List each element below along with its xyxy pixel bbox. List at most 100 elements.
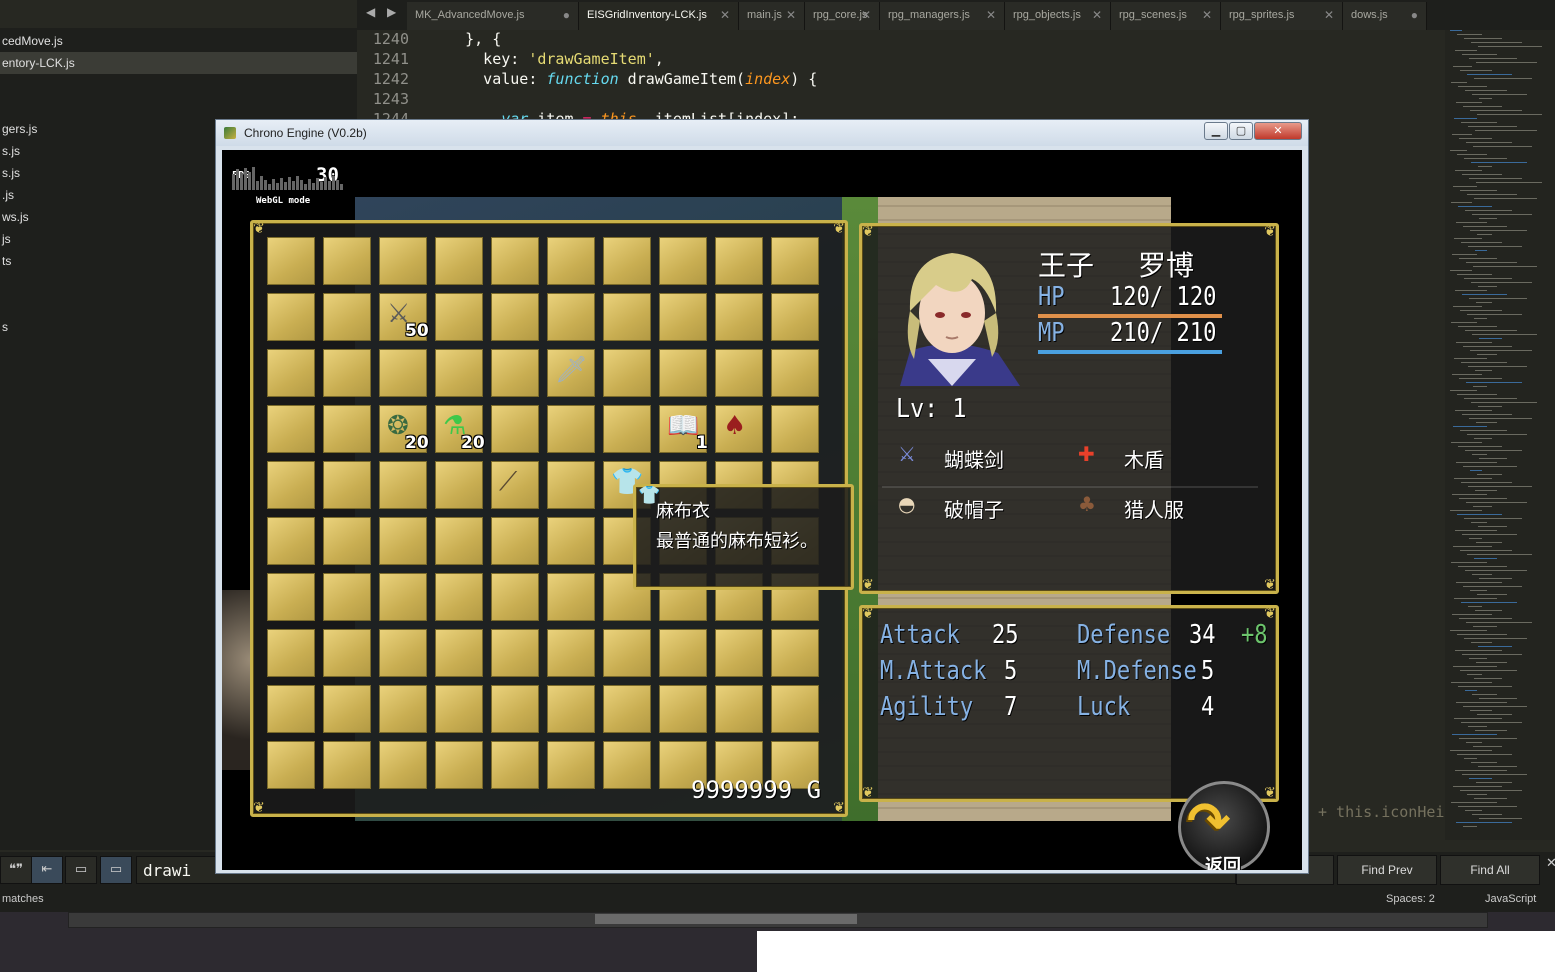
inventory-slot[interactable] [771,349,819,397]
shield-equip-name[interactable]: 木盾 [1124,444,1164,473]
close-button[interactable]: ✕ [1254,122,1302,140]
inventory-slot[interactable] [715,629,763,677]
tab-rpg-managers-js[interactable]: rpg_managers.js ✕ [880,2,1005,30]
inventory-slot[interactable] [547,517,595,565]
inventory-slot[interactable] [491,573,539,621]
inventory-slot[interactable] [379,629,427,677]
inventory-slot[interactable] [267,629,315,677]
inventory-slot[interactable] [659,685,707,733]
inventory-slot[interactable] [267,405,315,453]
inventory-slot[interactable] [603,349,651,397]
inventory-slot[interactable] [379,461,427,509]
inventory-slot[interactable] [659,237,707,285]
minimap[interactable] [1445,30,1555,840]
inventory-slot[interactable] [323,349,371,397]
inventory-slot[interactable] [491,293,539,341]
in-selection-toggle[interactable]: ▭ [65,856,97,884]
inventory-slot[interactable] [435,349,483,397]
inventory-slot[interactable] [771,237,819,285]
code-area[interactable]: 1240 }, {1241 key: 'drawGameItem', 1242 v… [357,30,1437,128]
inventory-slot[interactable] [323,741,371,789]
close-tab-icon[interactable]: ✕ [720,8,730,22]
inventory-slot[interactable] [715,237,763,285]
close-tab-icon[interactable]: ● [1411,8,1418,22]
close-find-icon[interactable]: ✕ [1546,856,1555,871]
inventory-slot[interactable] [547,461,595,509]
inventory-slot[interactable] [771,685,819,733]
inventory-slot[interactable] [267,517,315,565]
close-tab-icon[interactable]: ✕ [1324,8,1334,22]
find-prev-button[interactable]: Find Prev [1337,855,1437,885]
inventory-slot[interactable] [323,685,371,733]
inventory-slot[interactable] [715,685,763,733]
inventory-slot[interactable] [491,405,539,453]
inventory-slot[interactable] [715,293,763,341]
short-sword-icon[interactable]: 🗡 [555,355,588,385]
inventory-slot[interactable] [547,573,595,621]
inventory-slot[interactable] [547,629,595,677]
maximize-button[interactable]: ▢ [1229,122,1253,140]
inventory-slot[interactable] [547,741,595,789]
inventory-slot[interactable] [323,517,371,565]
inventory-slot[interactable] [435,461,483,509]
minimize-button[interactable]: ▁ [1204,122,1228,140]
spear-icon[interactable]: ⟋ [499,467,517,498]
tab-rpg-core-js[interactable]: rpg_core.js ✕ [805,2,880,30]
tab-rpg-sprites-js[interactable]: rpg_sprites.js ✕ [1221,2,1343,30]
close-tab-icon[interactable]: ✕ [1202,8,1212,22]
tab-rpg-scenes-js[interactable]: rpg_scenes.js ✕ [1111,2,1221,30]
inventory-slot[interactable] [323,237,371,285]
inventory-slot[interactable] [323,405,371,453]
weapon-equip-name[interactable]: 蝴蝶剑 [944,444,1004,473]
inventory-slot[interactable] [603,629,651,677]
scrollbar-thumb[interactable] [595,914,857,924]
inventory-slot[interactable] [491,517,539,565]
close-tab-icon[interactable]: ✕ [786,8,796,22]
inventory-slot[interactable] [435,237,483,285]
inventory-slot[interactable] [659,293,707,341]
inventory-slot[interactable] [267,349,315,397]
inventory-slot[interactable] [603,405,651,453]
close-tab-icon[interactable]: ✕ [861,8,871,22]
inventory-slot[interactable] [379,237,427,285]
tab-main-js[interactable]: main.js ✕ [739,2,805,30]
highlight-toggle[interactable]: ▭ [100,856,132,884]
inventory-slot[interactable] [379,349,427,397]
inventory-slot[interactable] [267,573,315,621]
sidebar-file[interactable]: entory-LCK.js [0,52,357,74]
game-canvas[interactable]: FPS 30 WebGL mode ⚔50🗡❂20⚗20📖1♠⟋👕 999999… [222,150,1302,870]
inventory-slot[interactable] [659,629,707,677]
spell-book-icon[interactable]: 📖 [667,411,699,441]
close-tab-icon[interactable]: ● [563,8,570,22]
inventory-slot[interactable] [379,685,427,733]
tab-mk-advancedmove-js[interactable]: MK_AdvancedMove.js ● [407,2,579,30]
wrap-toggle[interactable]: ⇤ [31,856,63,884]
close-tab-icon[interactable]: ✕ [1092,8,1102,22]
inventory-slot[interactable] [379,741,427,789]
inventory-slot[interactable] [267,741,315,789]
tab-rpg-objects-js[interactable]: rpg_objects.js ✕ [1005,2,1111,30]
inventory-slot[interactable] [379,573,427,621]
inventory-slot[interactable] [491,741,539,789]
window-titlebar[interactable]: Chrono Engine (V0.2b) ▁ ▢ ✕ [216,120,1308,146]
inventory-slot[interactable] [603,293,651,341]
inventory-slot[interactable] [267,685,315,733]
inventory-slot[interactable] [491,685,539,733]
tab-dows-js[interactable]: dows.js ● [1343,2,1427,30]
inventory-slot[interactable] [267,293,315,341]
inventory-slot[interactable] [659,349,707,397]
inventory-slot[interactable] [435,293,483,341]
tab-eisgridinventory-lck-js[interactable]: EISGridInventory-LCK.js ✕ [579,2,739,30]
inventory-slot[interactable] [547,237,595,285]
inventory-slot[interactable] [379,517,427,565]
inventory-slot[interactable] [547,293,595,341]
inventory-slot[interactable] [715,349,763,397]
head-equip-name[interactable]: 破帽子 [944,494,1004,523]
tab-scroll-arrows[interactable]: ◀ ▶ [366,5,400,19]
sidebar-file[interactable]: cedMove.js [0,30,357,52]
inventory-slot[interactable] [603,237,651,285]
inventory-slot[interactable] [323,573,371,621]
inventory-slot[interactable] [435,517,483,565]
body-equip-name[interactable]: 猎人服 [1124,494,1184,523]
inventory-slot[interactable] [435,629,483,677]
